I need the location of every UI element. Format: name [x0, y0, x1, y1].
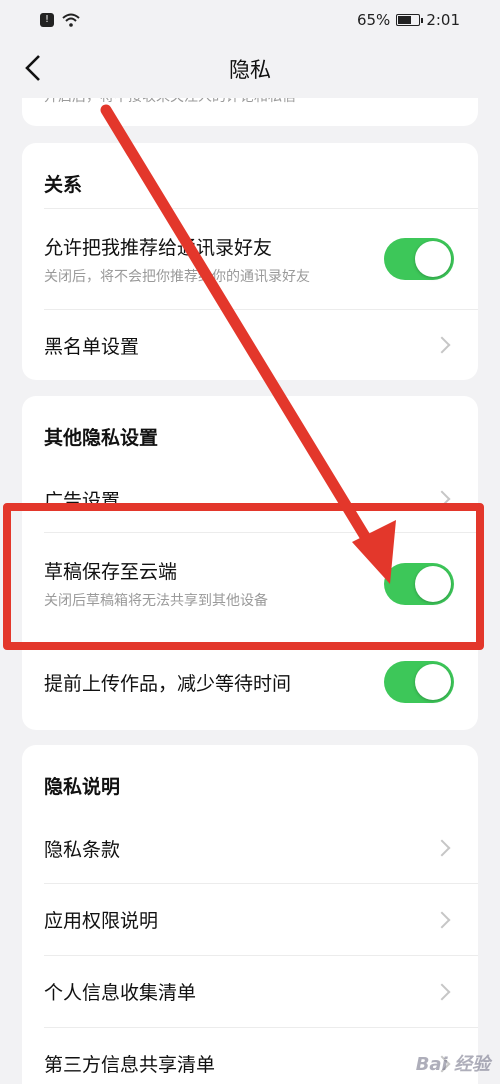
pre-upload-label: 提前上传作品，减少等待时间: [44, 672, 292, 695]
recommend-to-contacts-label: 允许把我推荐给通讯录好友: [44, 236, 273, 259]
privacy-terms-label: 隐私条款: [44, 838, 121, 861]
third-party-sharing-row[interactable]: 第三方信息共享清单: [44, 1027, 478, 1084]
blacklist-row[interactable]: 黑名单设置: [44, 309, 478, 380]
comment-settings-card: 开启后，将不接收未关注人的评论和私信: [22, 98, 478, 126]
privacy-terms-row[interactable]: 隐私条款: [44, 813, 478, 883]
pre-upload-row[interactable]: 提前上传作品，减少等待时间: [44, 644, 478, 720]
pre-upload-toggle[interactable]: [384, 661, 454, 703]
chevron-right-icon: [433, 839, 451, 857]
nav-bar: 隐私: [0, 40, 500, 98]
app-permissions-row[interactable]: 应用权限说明: [44, 883, 478, 955]
third-party-sharing-label: 第三方信息共享清单: [44, 1054, 216, 1076]
section-title-relations: 关系: [44, 174, 83, 196]
status-bar: ! 65% 2:01: [0, 0, 500, 40]
recommend-to-contacts-toggle[interactable]: [384, 238, 454, 280]
chevron-right-icon: [433, 983, 451, 1000]
chevron-right-icon: [433, 336, 451, 354]
watermark: Bai 经验: [415, 1054, 490, 1075]
personal-info-list-row[interactable]: 个人信息收集清单: [44, 955, 478, 1027]
clock: 2:01: [426, 11, 460, 29]
chevron-left-icon: [25, 55, 40, 81]
blacklist-label: 黑名单设置: [44, 335, 140, 358]
recommend-to-contacts-sub: 关闭后，将不会把你推荐给你的通讯录好友: [44, 268, 310, 285]
privacy-info-card: 隐私说明 隐私条款 应用权限说明 个人信息收集清单 第三方信息共享清单: [22, 745, 478, 1084]
relations-card: 关系 允许把我推荐给通讯录好友 关闭后，将不会把你推荐给你的通讯录好友 黑名单设…: [22, 143, 478, 380]
battery-icon: [396, 14, 424, 26]
chevron-right-icon: [433, 911, 451, 928]
clipped-setting-text: 开启后，将不接收未关注人的评论和私信: [44, 98, 296, 106]
notification-icon: !: [40, 13, 54, 27]
page-title: 隐私: [229, 58, 271, 82]
battery-percent: 65%: [356, 11, 391, 29]
app-permissions-label: 应用权限说明: [44, 910, 159, 932]
section-title-other-privacy: 其他隐私设置: [44, 427, 159, 449]
wifi-icon: [62, 13, 80, 27]
section-title-privacy-info: 隐私说明: [44, 776, 121, 798]
recommend-to-contacts-row[interactable]: 允许把我推荐给通讯录好友 关闭后，将不会把你推荐给你的通讯录好友: [44, 208, 478, 309]
highlight-box: [3, 503, 484, 650]
personal-info-list-label: 个人信息收集清单: [44, 982, 197, 1004]
back-button[interactable]: [18, 53, 48, 83]
